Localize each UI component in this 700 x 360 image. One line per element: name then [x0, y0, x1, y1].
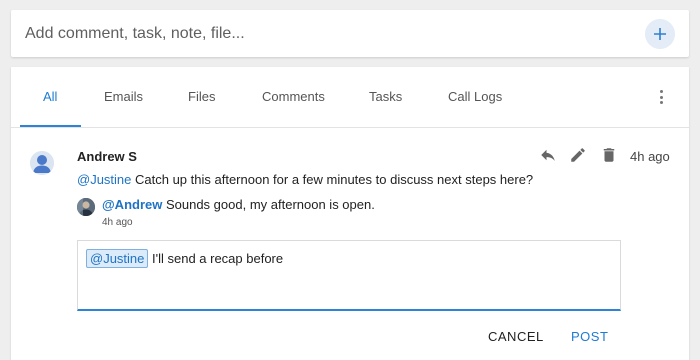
tab-bar: All Emails Files Comments Tasks Call Log…: [11, 67, 689, 128]
tab-comments[interactable]: Comments: [262, 67, 325, 128]
reply-icon[interactable]: [539, 146, 557, 164]
avatar: [30, 151, 54, 175]
composer-input[interactable]: [25, 10, 625, 57]
user-avatar-icon: [30, 151, 54, 175]
delete-icon[interactable]: [600, 146, 618, 164]
comment-mention[interactable]: @Justine: [77, 172, 131, 187]
reply-body: @Andrew Sounds good, my afternoon is ope…: [102, 197, 375, 212]
tab-tasks[interactable]: Tasks: [369, 67, 402, 128]
tab-call-logs[interactable]: Call Logs: [448, 67, 502, 128]
composer-bar: [11, 10, 689, 57]
reply-editor[interactable]: @Justine I'll send a recap before: [77, 240, 621, 311]
cancel-button[interactable]: CANCEL: [488, 329, 544, 344]
tab-emails[interactable]: Emails: [104, 67, 143, 128]
more-vertical-icon: [659, 90, 663, 93]
editor-content[interactable]: @Justine I'll send a recap before: [86, 249, 283, 268]
add-button[interactable]: [645, 19, 675, 49]
comment-body: @Justine Catch up this afternoon for a f…: [77, 172, 533, 187]
reply-text: Sounds good, my afternoon is open.: [162, 197, 375, 212]
tab-files[interactable]: Files: [188, 67, 215, 128]
post-button[interactable]: POST: [571, 329, 608, 344]
mention-chip[interactable]: @Justine: [86, 249, 149, 268]
active-tab-indicator: [20, 125, 81, 127]
reply-timestamp: 4h ago: [102, 217, 133, 228]
activity-card: All Emails Files Comments Tasks Call Log…: [11, 67, 689, 360]
tab-all[interactable]: All: [43, 67, 57, 128]
reply-mention[interactable]: @Andrew: [102, 197, 162, 212]
user-photo-icon: [77, 198, 95, 216]
reply-avatar: [77, 198, 95, 216]
edit-icon[interactable]: [569, 146, 587, 164]
comment-timestamp: 4h ago: [630, 149, 670, 164]
comment-author: Andrew S: [77, 149, 137, 164]
plus-icon: [654, 28, 666, 40]
more-button[interactable]: [655, 87, 667, 107]
comment-text: Catch up this afternoon for a few minute…: [131, 172, 534, 187]
editor-text: I'll send a recap before: [148, 251, 284, 266]
